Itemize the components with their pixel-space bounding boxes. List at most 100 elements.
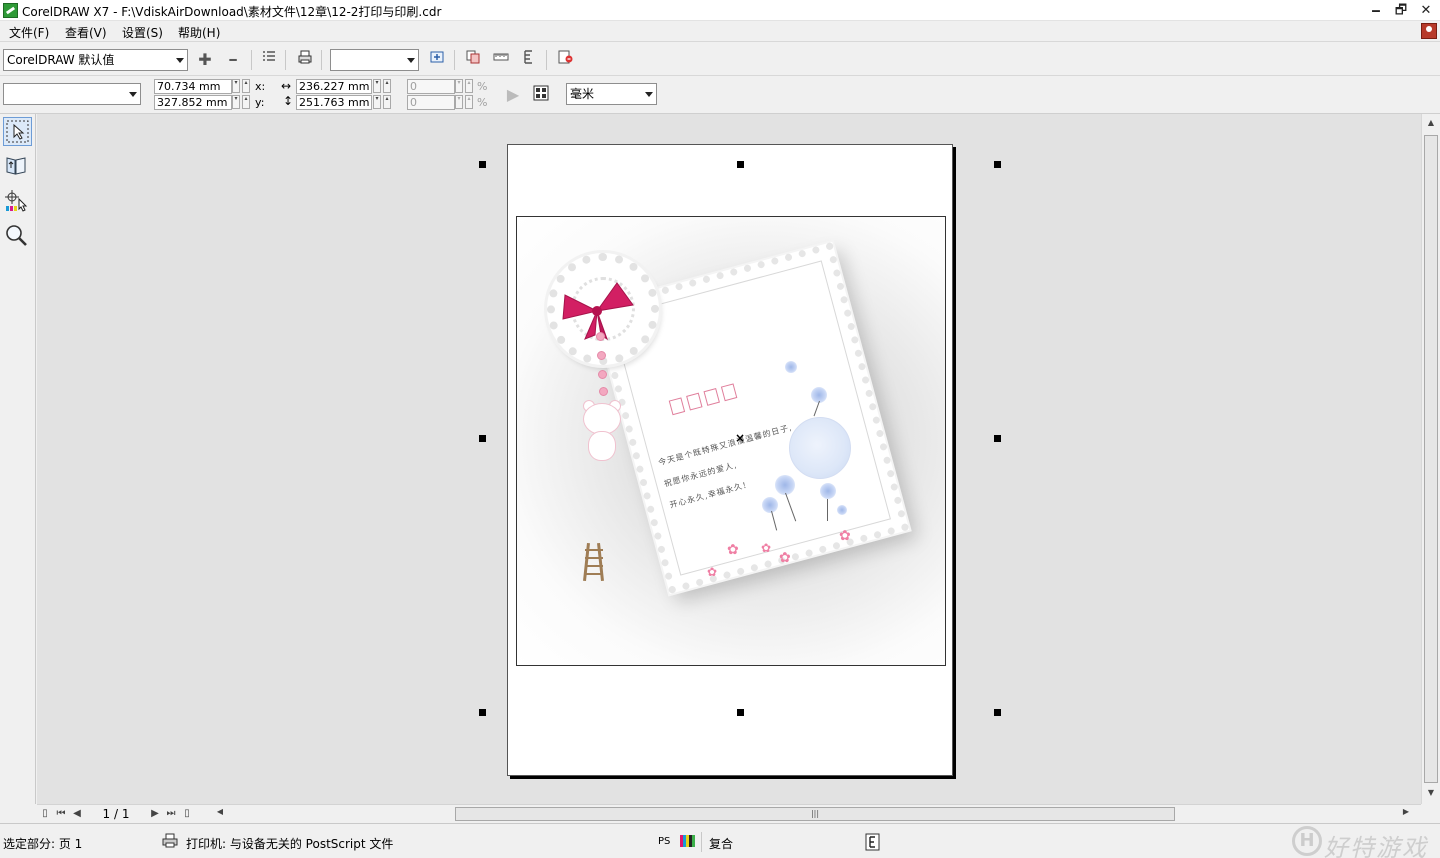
page-counter: 1 / 1	[102, 807, 130, 821]
height-icon: ↕	[283, 94, 294, 108]
position-y-spin-up[interactable]: ▴	[242, 95, 250, 109]
composite-mode-status: 复合	[709, 837, 734, 851]
scale-y-field: 0	[407, 95, 455, 110]
selection-handle-right[interactable]	[994, 435, 1001, 442]
property-bar: 70.734 mm ▾ ▴ x: 327.852 mm ▾ ▴ y: ↔ 236…	[0, 76, 1440, 114]
scroll-corner	[1421, 804, 1440, 822]
scroll-right-arrow[interactable]: ▶	[1399, 807, 1413, 816]
scale-y-spin-down: ▾	[455, 95, 463, 109]
selection-handle-top[interactable]	[737, 161, 744, 168]
window-title: CorelDRAW X7 - F:\VdiskAirDownload\素材文件\…	[22, 5, 442, 19]
print-preview-canvas[interactable]: 今天是个既特殊又浪漫温馨的日子, 祝愿你永远的爱人, 开心永久,幸福永久! ✿ …	[37, 114, 1421, 804]
horizontal-scrollbar[interactable]: ◀ ||| ▶	[213, 806, 1413, 822]
chevron-down-icon	[176, 58, 184, 63]
zoom-dropdown[interactable]	[330, 49, 419, 71]
tile-button[interactable]	[530, 84, 552, 106]
play-disabled-icon: ▶	[506, 85, 520, 104]
chevron-down-icon	[407, 58, 415, 63]
position-x-spin-up[interactable]: ▴	[242, 79, 250, 93]
scale-y-spin-up: ▴	[465, 95, 473, 109]
preset-dropdown[interactable]: CorelDRAW 默认值	[3, 49, 188, 71]
moon-circle	[789, 417, 851, 479]
width-field[interactable]: 236.227 mm	[296, 79, 372, 94]
first-page-button[interactable]: ⏮	[55, 806, 67, 822]
fit-page-button[interactable]	[426, 49, 448, 71]
position-x-spin-down[interactable]: ▾	[232, 79, 240, 93]
x-label: x:	[255, 80, 266, 93]
printer-icon	[161, 833, 179, 852]
vertical-scroll-thumb[interactable]	[1424, 135, 1438, 783]
selection-handle-bottom[interactable]	[737, 709, 744, 716]
flower-icon: ✿	[761, 541, 772, 555]
vertical-scrollbar[interactable]: ▲ ▼	[1421, 114, 1440, 804]
insert-page-after-icon[interactable]: ▯	[181, 806, 193, 822]
scale-y-percent: %	[477, 96, 488, 109]
restore-button[interactable]: 🗗	[1389, 1, 1413, 20]
next-page-button[interactable]: ▶	[149, 806, 161, 822]
selection-handle-left[interactable]	[479, 435, 486, 442]
scroll-left-arrow[interactable]: ◀	[213, 807, 227, 816]
pick-tool[interactable]	[3, 117, 32, 146]
horizontal-scroll-thumb[interactable]: |||	[455, 807, 1175, 821]
selection-handle-top-left[interactable]	[479, 161, 486, 168]
toolbar-separator	[251, 50, 252, 70]
units-value: 毫米	[570, 87, 595, 101]
scale-x-percent: %	[477, 80, 488, 93]
minimize-button[interactable]: 🗕	[1364, 1, 1388, 20]
toolbar-separator	[454, 50, 455, 70]
print-button[interactable]	[294, 49, 316, 71]
scroll-up-arrow[interactable]: ▲	[1424, 118, 1438, 127]
selection-status: 选定部分: 页 1	[3, 837, 83, 851]
position-x-field[interactable]: 70.734 mm	[154, 79, 232, 94]
selection-handle-top-right[interactable]	[994, 161, 1001, 168]
fit-to-page-icon	[430, 51, 444, 63]
bead-decoration	[599, 387, 608, 396]
last-page-button[interactable]: ⏭	[165, 806, 177, 822]
height-spin-up[interactable]: ▴	[383, 95, 391, 109]
printable-artwork[interactable]: 今天是个既特殊又浪漫温馨的日子, 祝愿你永远的爱人, 开心永久,幸福永久! ✿ …	[516, 216, 946, 666]
tile-pages-icon	[533, 85, 549, 101]
margins-button[interactable]	[518, 49, 540, 71]
insert-page-before-icon[interactable]: ▯	[39, 806, 51, 822]
postscript-label: PS	[658, 836, 671, 847]
width-spin-up[interactable]: ▴	[383, 79, 391, 93]
selection-handle-bottom-left[interactable]	[479, 709, 486, 716]
full-page-preview-button[interactable]	[462, 49, 484, 71]
ladder-rung	[585, 557, 603, 559]
height-field[interactable]: 251.763 mm	[296, 95, 372, 110]
menu-view[interactable]: 查看(V)	[65, 24, 107, 41]
close-button[interactable]: ✕	[1414, 1, 1438, 20]
position-y-spin-down[interactable]: ▾	[232, 95, 240, 109]
marks-placement-tool[interactable]	[3, 187, 32, 216]
selection-center-marker[interactable]: ×	[735, 432, 745, 444]
height-spin-down[interactable]: ▾	[373, 95, 381, 109]
status-separator	[701, 832, 702, 852]
previous-page-button[interactable]: ◀	[71, 806, 83, 822]
print-options-button[interactable]	[258, 49, 280, 71]
remove-preset-button[interactable]: ━	[222, 49, 244, 71]
scale-x-field: 0	[407, 79, 455, 94]
menu-help[interactable]: 帮助(H)	[178, 24, 220, 41]
width-spin-down[interactable]: ▾	[373, 79, 381, 93]
selection-handle-bottom-right[interactable]	[994, 709, 1001, 716]
chevron-down-icon	[129, 92, 137, 97]
style-dropdown[interactable]	[3, 83, 141, 105]
dandelion-icon	[820, 483, 836, 499]
units-dropdown[interactable]: 毫米	[566, 83, 657, 105]
zoom-tool[interactable]	[3, 222, 32, 251]
user-account-icon[interactable]	[1421, 23, 1437, 39]
scroll-down-arrow[interactable]: ▼	[1424, 788, 1438, 797]
printer-status: 打印机: 与设备无关的 PostScript 文件	[186, 837, 394, 851]
document-info-icon[interactable]	[865, 833, 881, 854]
position-y-field[interactable]: 327.852 mm	[154, 95, 232, 110]
toolbar-separator	[546, 50, 547, 70]
add-preset-button[interactable]: ✚	[194, 49, 216, 71]
flower-icon: ✿	[839, 528, 851, 544]
toolbar-separator	[285, 50, 286, 70]
rulers-button[interactable]	[490, 49, 512, 71]
menu-settings[interactable]: 设置(S)	[122, 24, 163, 41]
close-preview-button[interactable]	[554, 49, 576, 71]
imposition-layout-tool[interactable]	[3, 152, 32, 181]
menu-file[interactable]: 文件(F)	[9, 24, 49, 41]
pick-tool-icon	[6, 120, 29, 143]
